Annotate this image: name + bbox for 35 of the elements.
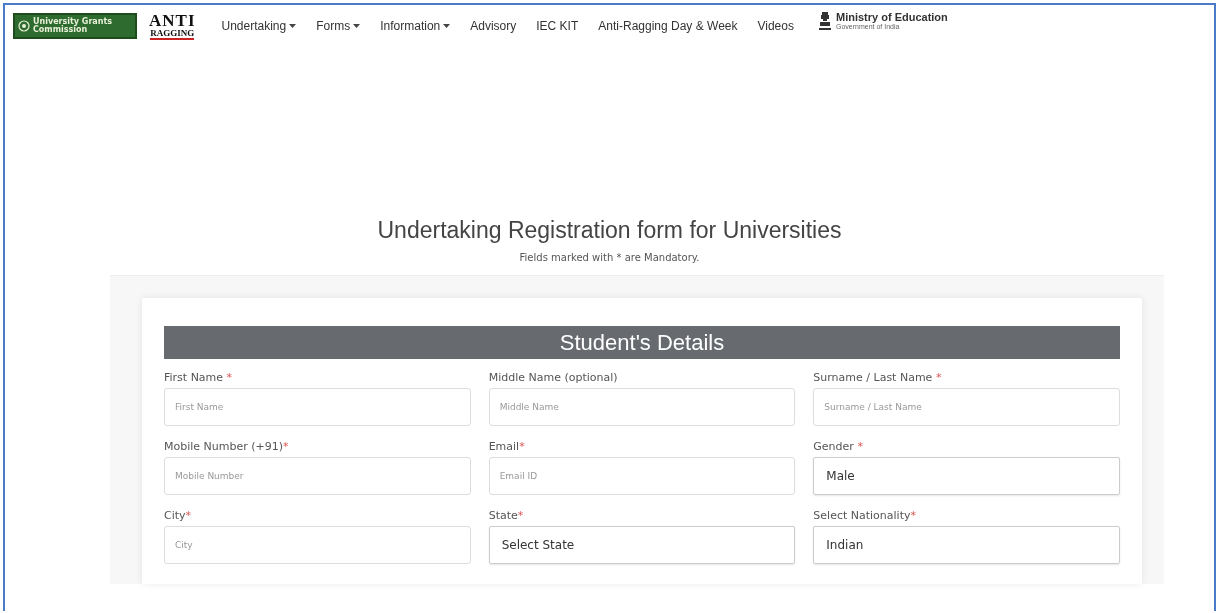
nav-link[interactable]: Anti-Ragging Day & Week	[588, 19, 748, 33]
logo-text: ANTI	[149, 12, 196, 29]
emblem-icon	[817, 10, 832, 32]
nav-link[interactable]: Advisory	[460, 19, 527, 33]
logo-text: University Grants Commission	[33, 18, 114, 34]
nav-link[interactable]: Undertaking	[211, 19, 307, 33]
input-field[interactable]: Surname / Last Name	[813, 388, 1120, 426]
emblem-icon	[18, 20, 30, 32]
input-field[interactable]: City	[164, 526, 471, 564]
input-field[interactable]: Email ID	[488, 457, 796, 495]
ugc-logo[interactable]: University Grants Commission	[13, 13, 137, 39]
page-title: Undertaking Registration form for Universities	[377, 217, 842, 244]
field-label: First Name *	[164, 371, 234, 384]
field-label: Email*	[488, 440, 526, 453]
input-field[interactable]: Middle Name	[488, 388, 796, 426]
input-field[interactable]: First Name	[164, 388, 471, 426]
select-field[interactable]: Select State	[488, 526, 796, 564]
field-label: State*	[488, 509, 525, 522]
input-field[interactable]: Mobile Number	[164, 457, 471, 495]
logo-text: RAGGING	[150, 29, 195, 40]
section-title: Student's Details	[164, 326, 1120, 359]
select-field[interactable]: Male	[813, 457, 1120, 495]
field-label: Middle Name (optional)	[488, 371, 619, 384]
nav-link[interactable]: Forms	[306, 19, 371, 33]
nav-link[interactable]: IEC KIT	[526, 19, 589, 33]
field-label: Mobile Number (+91)*	[164, 440, 290, 453]
nav-link[interactable]: Information	[370, 19, 461, 33]
select-field[interactable]: Indian	[813, 526, 1120, 564]
nav-link[interactable]: Videos	[747, 19, 804, 33]
field-label: Surname / Last Name *	[813, 371, 943, 384]
field-label: Gender *	[813, 440, 864, 453]
field-label: Select Nationality*	[813, 509, 917, 522]
ministry-title: Ministry of Education	[835, 11, 948, 24]
mandatory-note: Fields marked with * are Mandatory.	[519, 252, 700, 263]
field-label: City*	[164, 509, 193, 522]
